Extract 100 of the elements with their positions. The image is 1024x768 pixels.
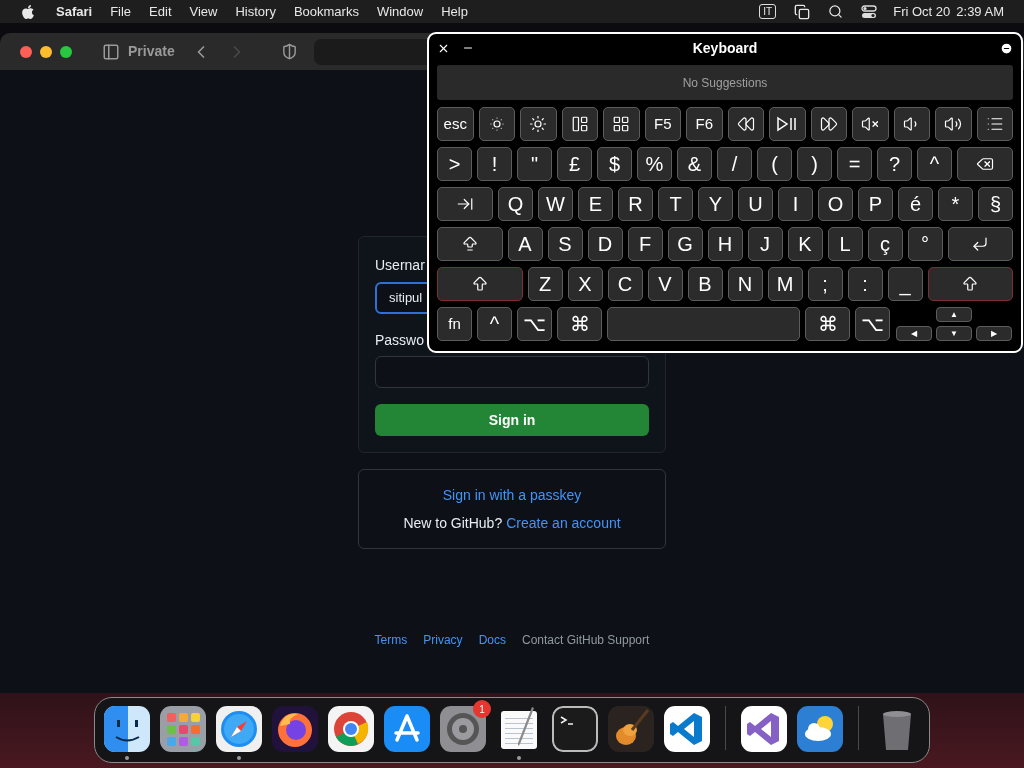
keyboard-key[interactable]: L xyxy=(827,227,863,261)
keyboard-key[interactable]: F6 xyxy=(686,107,723,141)
keyboard-key[interactable]: ° xyxy=(907,227,943,261)
terminal-icon[interactable] xyxy=(552,706,598,752)
keyboard-key[interactable] xyxy=(769,107,806,141)
app-grid-icon[interactable] xyxy=(160,706,206,752)
keyboard-key[interactable] xyxy=(976,107,1013,141)
footer-link[interactable]: Terms xyxy=(374,631,408,649)
ribbon-logo-icon[interactable] xyxy=(664,706,710,752)
footer-text[interactable]: Contact GitHub Support xyxy=(521,631,650,649)
windows-icon[interactable] xyxy=(794,3,811,20)
keyboard-key[interactable]: £ xyxy=(557,147,592,181)
keyboard-key[interactable]: P xyxy=(858,187,893,221)
menu-item[interactable]: History xyxy=(235,1,276,22)
minus-circle-icon[interactable] xyxy=(1000,41,1013,55)
keyboard-key[interactable]: D xyxy=(587,227,623,261)
keyboard-key[interactable]: C xyxy=(607,267,643,301)
menu-item[interactable]: Edit xyxy=(149,1,172,22)
keyboard-key[interactable]: M xyxy=(767,267,803,301)
keyboard-key[interactable]: = xyxy=(837,147,872,181)
keyboard-key[interactable]: E xyxy=(578,187,613,221)
keyboard-key[interactable]: A xyxy=(507,227,543,261)
keyboard-key[interactable] xyxy=(935,107,972,141)
keyboard-key[interactable] xyxy=(727,107,764,141)
keyboard-key[interactable]: * xyxy=(938,187,973,221)
keyboard-key[interactable]: ⌘ xyxy=(557,307,602,341)
footer-link[interactable]: Docs xyxy=(478,631,506,649)
keyboard-key[interactable]: N xyxy=(727,267,763,301)
keyboard-key[interactable]: § xyxy=(978,187,1013,221)
keyboard-key[interactable]: V xyxy=(647,267,683,301)
keyboard-key[interactable]: fn xyxy=(437,307,472,341)
compass-icon[interactable] xyxy=(216,706,262,752)
keyboard-key[interactable]: _ xyxy=(887,267,923,301)
menu-item[interactable]: View xyxy=(189,1,218,22)
keyboard-key[interactable]: S xyxy=(547,227,583,261)
keyboard-key[interactable] xyxy=(810,107,847,141)
keyboard-key[interactable]: I xyxy=(778,187,813,221)
menu-item[interactable]: File xyxy=(110,1,132,22)
arrow-key[interactable]: ▼ xyxy=(936,326,972,341)
keyboard-key[interactable]: ç xyxy=(867,227,903,261)
toggles-icon[interactable] xyxy=(861,4,878,19)
create-account-link[interactable]: Create an account xyxy=(506,512,621,534)
keyboard-key[interactable]: Q xyxy=(498,187,533,221)
keyboard-key[interactable]: esc xyxy=(437,107,474,141)
keyboard-key[interactable]: J xyxy=(747,227,783,261)
app-store-icon[interactable] xyxy=(384,706,430,752)
menu-item[interactable]: Bookmarks xyxy=(293,1,359,22)
keyboard-key[interactable]: T xyxy=(658,187,693,221)
keyboard-key[interactable]: > xyxy=(437,147,472,181)
arrow-key[interactable]: ▲ xyxy=(936,307,972,322)
keyboard-key[interactable]: ^ xyxy=(477,307,512,341)
arrow-key[interactable]: ◀ xyxy=(896,326,932,341)
keyboard-key[interactable]: O xyxy=(818,187,853,221)
fox-globe-icon[interactable] xyxy=(272,706,318,752)
keyboard-key[interactable]: X xyxy=(567,267,603,301)
search-icon[interactable] xyxy=(828,4,844,19)
keyboard-key[interactable] xyxy=(893,107,930,141)
keyboard-key[interactable]: : xyxy=(847,267,883,301)
menu-item[interactable]: Window xyxy=(376,1,424,22)
menu-item[interactable]: Help xyxy=(441,1,468,22)
zoom-window-button[interactable] xyxy=(60,45,72,58)
keyboard-key[interactable]: B xyxy=(687,267,723,301)
keyboard-key[interactable] xyxy=(957,147,1013,181)
menu-bar-date[interactable]: Fri Oct 20 xyxy=(893,1,951,22)
password-field[interactable] xyxy=(375,356,649,388)
keyboard-key[interactable]: H xyxy=(707,227,743,261)
apple-icon[interactable] xyxy=(20,3,36,20)
keyboard-key[interactable]: é xyxy=(898,187,933,221)
keyboard-key[interactable]: & xyxy=(677,147,712,181)
keyboard-key[interactable]: ? xyxy=(877,147,912,181)
keyboard-key[interactable]: ) xyxy=(797,147,832,181)
footer-link[interactable]: Privacy xyxy=(423,631,463,649)
keyboard-key[interactable]: K xyxy=(787,227,823,261)
keyboard-key[interactable]: Y xyxy=(698,187,733,221)
keyboard-key[interactable] xyxy=(603,107,640,141)
keyboard-key[interactable]: F5 xyxy=(644,107,681,141)
input-source-indicator[interactable]: IT xyxy=(759,4,777,19)
keyboard-key[interactable]: % xyxy=(637,147,672,181)
keyboard-key[interactable]: ! xyxy=(477,147,512,181)
minimize-window-button[interactable] xyxy=(40,45,52,58)
keyboard-key[interactable]: ( xyxy=(757,147,792,181)
arrow-key[interactable]: ▶ xyxy=(976,326,1012,341)
keyboard-key[interactable]: / xyxy=(717,147,752,181)
keyboard-key[interactable] xyxy=(478,107,515,141)
passkey-link[interactable]: Sign in with a passkey xyxy=(442,484,582,506)
shield-icon[interactable] xyxy=(280,43,298,60)
keyboard-key[interactable]: ^ xyxy=(917,147,952,181)
keyboard-key[interactable]: ; xyxy=(807,267,843,301)
face-icon[interactable] xyxy=(104,706,150,752)
ring-logo-icon[interactable] xyxy=(328,706,374,752)
menu-item[interactable]: Safari xyxy=(56,1,93,22)
guitar-icon[interactable] xyxy=(608,706,654,752)
keyboard-key[interactable]: $ xyxy=(597,147,632,181)
sidebar-icon[interactable] xyxy=(102,42,120,61)
keyboard-key[interactable]: W xyxy=(538,187,573,221)
keyboard-key[interactable]: U xyxy=(738,187,773,221)
keyboard-key[interactable]: R xyxy=(618,187,653,221)
keyboard-key[interactable]: F xyxy=(627,227,663,261)
close-window-button[interactable] xyxy=(20,45,32,58)
keyboard-key[interactable] xyxy=(520,107,557,141)
